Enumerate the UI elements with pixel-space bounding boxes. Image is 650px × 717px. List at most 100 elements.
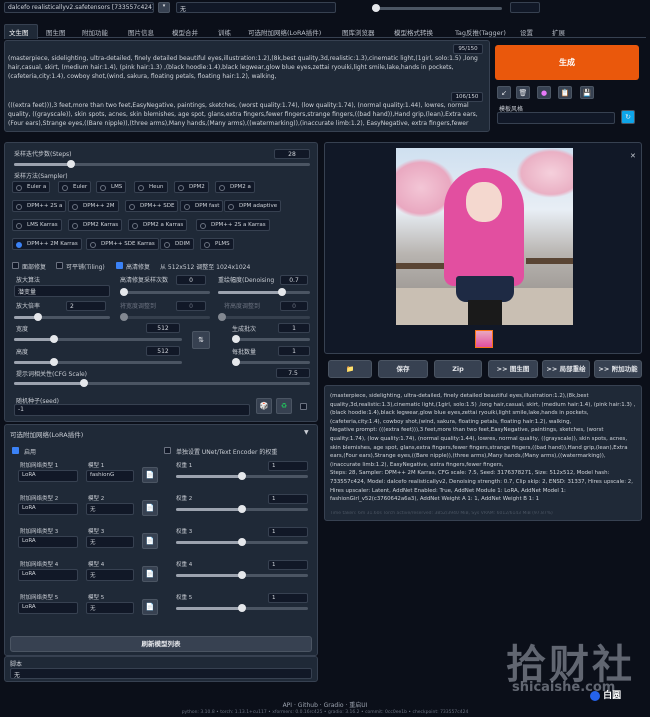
extra-seed-checkbox[interactable]: [300, 403, 307, 410]
send-to-img2img-button[interactable]: >> 图生图: [488, 360, 538, 378]
hires-steps-slider[interactable]: [120, 288, 210, 296]
footer-links[interactable]: API · Github · Gradio · 重启UI: [0, 700, 650, 709]
steps-value[interactable]: 28: [274, 149, 310, 159]
sampler-dpm-adaptive[interactable]: DPM adaptive: [224, 200, 282, 212]
lora-enable-checkbox[interactable]: [12, 447, 19, 454]
vae-select[interactable]: 无: [176, 2, 336, 13]
zip-button[interactable]: Zip: [434, 360, 482, 378]
extra-networks-icon[interactable]: ●: [537, 86, 551, 99]
tab-txt2img[interactable]: 文生图: [9, 27, 29, 37]
collapse-icon[interactable]: ▼: [304, 429, 309, 436]
lora-file-icon[interactable]: 📄: [142, 500, 158, 516]
lora-header[interactable]: 可选附加网络(LoRA插件): [10, 429, 83, 439]
lora-weight-value[interactable]: 1: [268, 461, 308, 471]
paste-icon[interactable]: ↙: [497, 86, 511, 99]
sampler-plms[interactable]: PLMS: [200, 238, 234, 250]
lora-type-select[interactable]: LoRA: [18, 503, 78, 515]
lora-file-icon[interactable]: 📄: [142, 599, 158, 615]
thumbnail[interactable]: [475, 330, 493, 348]
batch-size-slider[interactable]: [232, 358, 310, 366]
hires-checkbox[interactable]: [116, 262, 123, 269]
lora-file-icon[interactable]: 📄: [142, 566, 158, 582]
prompt-textarea[interactable]: (masterpiece, sidelighting, ultra-detail…: [8, 54, 486, 86]
clip-skip-value[interactable]: [510, 2, 540, 13]
sampler-dpm2-karras[interactable]: DPM2 Karras: [68, 219, 123, 231]
tab-png-info[interactable]: 图片信息: [128, 27, 154, 37]
resize-height-value[interactable]: 0: [280, 301, 308, 311]
lora-type-select[interactable]: LoRA: [18, 536, 78, 548]
lora-file-icon[interactable]: 📄: [142, 533, 158, 549]
lora-weight-slider[interactable]: [176, 571, 308, 579]
cfg-slider[interactable]: [14, 379, 310, 387]
generate-button[interactable]: 生成: [495, 45, 639, 80]
lora-model-select[interactable]: fashionG: [86, 470, 134, 482]
sampler-dpm2-a-karras[interactable]: DPM2 a Karras: [128, 219, 188, 231]
tiling-checkbox[interactable]: [56, 262, 63, 269]
dice-icon[interactable]: 🎲: [256, 398, 272, 414]
lora-weight-slider[interactable]: [176, 538, 308, 546]
sampler-dpm2-a[interactable]: DPM2 a: [215, 181, 255, 193]
denoise-slider[interactable]: [218, 288, 310, 296]
script-select[interactable]: 无: [10, 668, 312, 679]
upscale-by-value[interactable]: 2: [66, 301, 106, 311]
sampler-euler[interactable]: Euler: [58, 181, 92, 193]
tab-lora[interactable]: 可选附加网络(LoRA插件): [248, 27, 321, 37]
lora-model-select[interactable]: 无: [86, 602, 134, 614]
batch-count-slider[interactable]: [232, 335, 310, 343]
sampler-dpmpp-2s-a[interactable]: DPM++ 2S a: [12, 200, 67, 212]
clipboard-icon[interactable]: 📋: [558, 86, 572, 99]
sampler-dpm2[interactable]: DPM2: [174, 181, 209, 193]
tab-convert[interactable]: 模型格式转换: [394, 27, 433, 37]
clip-skip-slider[interactable]: [372, 4, 502, 12]
save-style-icon[interactable]: 💾: [580, 86, 594, 99]
swap-dimensions-icon[interactable]: ⇅: [192, 331, 210, 349]
upscaler-select[interactable]: 潜变量: [14, 285, 110, 297]
width-value[interactable]: 512: [146, 323, 180, 333]
lora-weight-value[interactable]: 1: [268, 494, 308, 504]
height-slider[interactable]: [14, 358, 182, 366]
style-select[interactable]: [497, 112, 615, 124]
tab-img2img[interactable]: 图生图: [46, 27, 66, 37]
denoise-value[interactable]: 0.7: [280, 275, 308, 285]
cfg-value[interactable]: 7.5: [276, 368, 310, 378]
send-to-inpaint-button[interactable]: >> 局部重绘: [542, 360, 590, 378]
trash-icon[interactable]: 🗑: [516, 86, 530, 99]
sampler-dpm-fast[interactable]: DPM fast: [180, 200, 224, 212]
close-icon[interactable]: ✕: [630, 152, 636, 160]
negative-prompt-textarea[interactable]: (((extra feet))),3 feet,more than two fe…: [8, 101, 486, 129]
open-folder-button[interactable]: 📁: [328, 360, 372, 378]
tab-tagger[interactable]: Tag反推(Tagger): [455, 27, 506, 37]
tab-merge[interactable]: 模型合并: [172, 27, 198, 37]
checkpoint-select[interactable]: dalcefo realisticallyv2.safetensors [733…: [4, 2, 154, 13]
tab-extras[interactable]: 附加功能: [82, 27, 108, 37]
lora-file-icon[interactable]: 📄: [142, 467, 158, 483]
sampler-ddim[interactable]: DDIM: [160, 238, 194, 250]
face-restore-checkbox[interactable]: [12, 262, 19, 269]
steps-slider[interactable]: [14, 160, 310, 168]
lora-model-select[interactable]: 无: [86, 503, 134, 515]
sampler-dpmpp-sde[interactable]: DPM++ SDE: [125, 200, 179, 212]
lora-weight-slider[interactable]: [176, 505, 308, 513]
sampler-dpmpp-2m-karras[interactable]: DPM++ 2M Karras: [12, 238, 82, 250]
batch-size-value[interactable]: 1: [278, 346, 310, 356]
refresh-models-button[interactable]: 刷新模型列表: [10, 636, 312, 652]
lora-model-select[interactable]: 无: [86, 569, 134, 581]
sampler-dpmpp-2s-a-karras[interactable]: DPM++ 2S a Karras: [196, 219, 270, 231]
save-button[interactable]: 保存: [378, 360, 428, 378]
resize-width-slider[interactable]: [120, 313, 210, 321]
height-value[interactable]: 512: [146, 346, 180, 356]
refresh-style-icon[interactable]: ↻: [621, 110, 635, 124]
sampler-heun[interactable]: Heun: [134, 181, 168, 193]
tab-train[interactable]: 训练: [218, 27, 231, 37]
lora-separate-checkbox[interactable]: [164, 447, 171, 454]
lora-weight-value[interactable]: 1: [268, 560, 308, 570]
sampler-dpmpp-2m[interactable]: DPM++ 2M: [68, 200, 119, 212]
sampler-lms-karras[interactable]: LMS Karras: [12, 219, 62, 231]
resize-width-value[interactable]: 0: [176, 301, 206, 311]
tab-settings[interactable]: 设置: [520, 27, 533, 37]
refresh-checkpoint-icon[interactable]: ▾: [158, 2, 170, 13]
lora-type-select[interactable]: LoRA: [18, 470, 78, 482]
recycle-icon[interactable]: ♻: [276, 398, 292, 414]
lora-model-select[interactable]: 无: [86, 536, 134, 548]
generated-image[interactable]: [396, 148, 573, 325]
